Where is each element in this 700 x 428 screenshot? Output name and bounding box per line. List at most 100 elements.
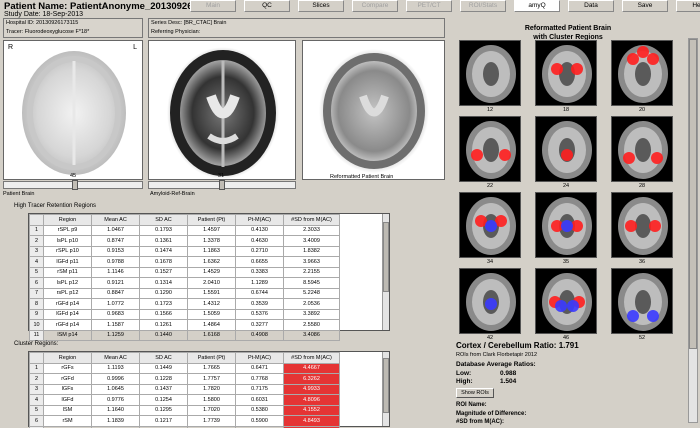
slice-thumbnail[interactable]: [611, 192, 673, 258]
slice-number: 22: [486, 183, 494, 189]
slice-thumbnail[interactable]: [535, 116, 597, 182]
slice-thumbnail[interactable]: [611, 116, 673, 182]
table-cell: rGFd p14: [43, 298, 92, 310]
ref-slice-slider[interactable]: [148, 180, 296, 190]
table-row[interactable]: 5 rSM p11 1.1146 0.1527 1.4529 0.3383 2.2155: [29, 266, 340, 278]
table-row[interactable]: 6 lsPL p12 0.9121 0.1314 2.0410 1.1289 8.5945: [29, 277, 340, 289]
show-rois-button[interactable]: Show ROIs: [456, 388, 494, 398]
table-cell: 0.9788: [91, 256, 140, 268]
table-row[interactable]: 6 rSM 1.1839 0.1217 1.7739 0.5900 4.8493: [29, 415, 340, 427]
table-cell: 1.4597: [187, 224, 236, 236]
high-value: 1.504: [500, 378, 517, 385]
cluster-slice[interactable]: 12: [455, 40, 525, 116]
tab-compare: Compare: [352, 0, 398, 12]
slice-thumbnail[interactable]: [611, 268, 673, 334]
cluster-slice-grid: 12 18 20 22 24 28 34 35 36 42 46 52: [455, 40, 677, 344]
table-row[interactable]: 4 lGFd 0.9776 0.1254 1.5800 0.6031 4.8096: [29, 394, 340, 406]
slice-thumbnail[interactable]: [459, 268, 521, 334]
table-row[interactable]: 3 lGFs 1.0645 0.1437 1.7820 0.7175 4.9933: [29, 383, 340, 395]
slice-image: [618, 121, 668, 179]
table-row[interactable]: 2 lsPL p10 0.8747 0.1361 1.3378 0.4630 3.4009: [29, 235, 340, 247]
cluster-slice[interactable]: 18: [531, 40, 601, 116]
table-row[interactable]: 10 rGFd p14 1.1587 0.1261 1.4864 0.3277 2.5580: [29, 319, 340, 331]
cluster-slice[interactable]: 36: [607, 192, 677, 268]
column-header: Patient (Pt): [187, 352, 236, 364]
slice-thumbnail[interactable]: [535, 192, 597, 258]
row-index: 10: [29, 319, 44, 331]
cluster-slice[interactable]: 34: [455, 192, 525, 268]
table-row[interactable]: 1 rSPL p9 1.0467 0.1793 1.4597 0.4130 2.3033: [29, 224, 340, 236]
table-cell: 4.4667: [283, 362, 340, 374]
slice-thumbnail[interactable]: [459, 40, 521, 106]
cluster-slice[interactable]: 24: [531, 116, 601, 192]
patient-slice-slider[interactable]: [3, 180, 143, 190]
table-row[interactable]: 2 rGFd 0.9996 0.1228 1.7757 0.7768 6.3262: [29, 373, 340, 385]
patient-brain-panel[interactable]: R L: [3, 40, 143, 180]
slider-thumb[interactable]: [72, 180, 78, 190]
slice-thumbnail[interactable]: [459, 116, 521, 182]
row-index: 3: [29, 383, 44, 395]
high-tracer-table[interactable]: Region Mean AC SD AC Patient (Pt) Pt-M(AC) #S…: [28, 213, 390, 341]
table-cell: 0.6031: [235, 394, 284, 406]
table-cell: 0.5380: [235, 404, 284, 416]
patient-brain-image: [22, 51, 126, 175]
cluster-title: Cluster Regions:: [14, 341, 59, 347]
table-cell: 0.9996: [91, 373, 140, 385]
table-row[interactable]: 3 rSPL p10 0.9153 0.1474 1.1863 0.2710 1.8382: [29, 245, 340, 257]
cluster-slice[interactable]: 28: [607, 116, 677, 192]
table-cell: 4.9933: [283, 383, 340, 395]
table-cell: 1.7739: [187, 415, 236, 427]
slice-number: 34: [486, 259, 494, 265]
table-cell: 3.3892: [283, 308, 340, 320]
table-scrollbar[interactable]: [382, 352, 389, 426]
table-cell: 3.4009: [283, 235, 340, 247]
table-scrollbar[interactable]: [382, 214, 389, 330]
row-index: 2: [29, 373, 44, 385]
table-row[interactable]: 4 lGFd p11 0.9788 0.1678 1.6362 0.6655 3.9663: [29, 256, 340, 268]
table-row[interactable]: 1 rGFs 1.1193 0.1449 1.7665 0.6471 4.4667: [29, 362, 340, 374]
table-cell: 4.1552: [283, 404, 340, 416]
tab-save[interactable]: Save: [622, 0, 668, 12]
reformatted-brain-panel[interactable]: [302, 40, 445, 180]
tab-qc[interactable]: QC: [244, 0, 290, 12]
slice-thumbnail[interactable]: [535, 268, 597, 334]
cluster-slice[interactable]: 52: [607, 268, 677, 344]
tab-amyq[interactable]: amyQ: [514, 0, 560, 12]
table-cell: 4.8493: [283, 415, 340, 427]
referring-physician: Referring Physician:: [151, 29, 201, 35]
cluster-slice[interactable]: 35: [531, 192, 601, 268]
amyloid-ref-panel[interactable]: [148, 40, 296, 180]
slice-number: 35: [562, 259, 570, 265]
table-row[interactable]: 7 rsPL p12 0.8847 0.1290 1.5591 0.6744 5.2248: [29, 287, 340, 299]
table-row[interactable]: 5 lSM 1.1640 0.1295 1.7020 0.5380 4.1552: [29, 404, 340, 416]
tab-slices[interactable]: Slices: [298, 0, 344, 12]
tracer: Tracer: Fluorodeoxyglucose F*18*: [6, 29, 90, 35]
slice-thumbnail[interactable]: [611, 40, 673, 106]
ref-slice-value: 31: [218, 173, 225, 179]
slider-thumb[interactable]: [219, 180, 225, 190]
cluster-slice[interactable]: 46: [531, 268, 601, 344]
slice-thumbnail[interactable]: [459, 192, 521, 258]
table-cell: 0.6655: [235, 256, 284, 268]
tab-help[interactable]: Help: [676, 0, 700, 12]
tab-data[interactable]: Data: [568, 0, 614, 12]
cluster-slice[interactable]: 20: [607, 40, 677, 116]
slice-image: [618, 273, 668, 331]
cluster-slice[interactable]: 42: [455, 268, 525, 344]
page-scrollbar[interactable]: [688, 38, 698, 423]
series-desc: Series Desc: [BR_CTAC] Brain: [151, 20, 227, 26]
cortex-cerebellum-ratio: Cortex / Cerebellum Ratio: 1.791: [456, 341, 579, 350]
cluster-table[interactable]: Region Mean AC SD AC Patient (Pt) Pt-M(AC) #S…: [28, 351, 390, 428]
table-row[interactable]: 9 lGFd p14 0.9683 0.1566 1.5059 0.5376 3.3892: [29, 308, 340, 320]
table-row[interactable]: 8 rGFd p14 1.0772 0.1723 1.4312 0.3539 2.0536: [29, 298, 340, 310]
table-cell: 2.2155: [283, 266, 340, 278]
slice-number: 20: [638, 107, 646, 113]
slice-thumbnail[interactable]: [535, 40, 597, 106]
table-row[interactable]: 11 lSM p14 1.1259 0.1440 1.6168 0.4908 3.4086: [29, 329, 340, 341]
cluster-slice[interactable]: 22: [455, 116, 525, 192]
slice-number: 18: [562, 107, 570, 113]
table-cell: 1.4529: [187, 266, 236, 278]
table-cell: 3.9663: [283, 256, 340, 268]
row-index: 1: [29, 362, 44, 374]
row-index: 6: [29, 415, 44, 427]
